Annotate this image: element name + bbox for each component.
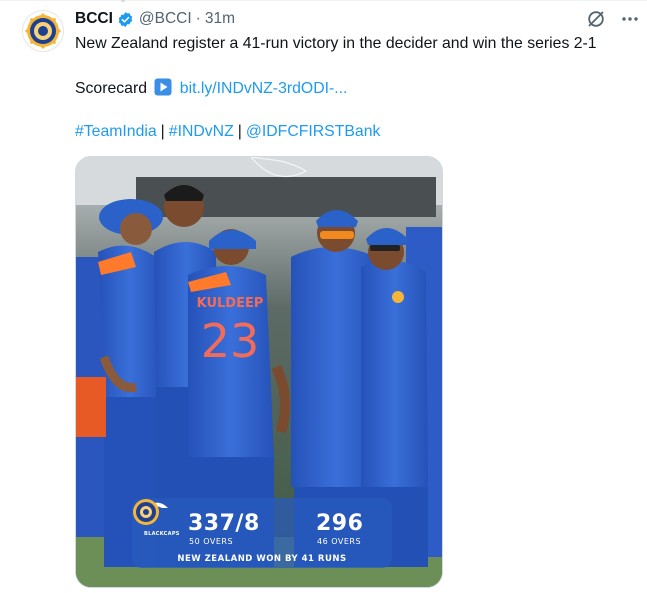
author-name[interactable]: BCCI <box>75 10 113 28</box>
more-icon[interactable] <box>619 8 641 30</box>
bcci-crest-icon <box>133 499 159 525</box>
play-button-icon <box>154 78 172 96</box>
grok-icon[interactable] <box>585 8 607 30</box>
header-separator: · <box>195 10 201 27</box>
scorecard-link[interactable]: bit.ly/INDvNZ-3rdODI-... <box>180 80 348 97</box>
tweet-header: BCCI @BCCI · 31m <box>75 9 235 29</box>
hashtag-teamindia[interactable]: #TeamIndia <box>75 123 157 140</box>
author-handle[interactable]: @BCCI <box>139 10 192 28</box>
scoreboard: BLACKCAPS 337/8 50 OVERS 296 46 OVERS NE… <box>132 498 392 568</box>
header-actions <box>585 8 641 30</box>
hashtag-separator: | <box>160 123 165 140</box>
avatar[interactable] <box>22 10 64 52</box>
team1-label: BLACKCAPS <box>144 531 180 537</box>
bcci-crest-icon <box>25 13 61 49</box>
match-result: NEW ZEALAND WON BY 41 RUNS <box>177 554 347 564</box>
team2-overs: 46 OVERS <box>317 537 362 546</box>
scorecard-line: Scorecard bit.ly/INDvNZ-3rdODI-... <box>75 78 347 99</box>
hashtag-indvnz[interactable]: #INDvNZ <box>169 123 234 140</box>
tweet-media[interactable]: KULDEEP 23 BLACKCAPS 337/8 50 OVERS 296 … <box>75 156 443 588</box>
jersey-name: KULDEEP <box>197 296 264 311</box>
team1-score: 337/8 <box>188 511 260 536</box>
scorecard-label: Scorecard <box>75 80 147 97</box>
team1-overs: 50 OVERS <box>189 537 234 546</box>
mention-idfcfirstbank[interactable]: @IDFCFIRSTBank <box>246 123 381 140</box>
top-divider <box>0 0 647 1</box>
timestamp[interactable]: 31m <box>205 10 235 28</box>
thread-connector <box>121 0 125 2</box>
hashtag-line: #TeamIndia | #INDvNZ | @IDFCFIRSTBank <box>75 122 380 142</box>
team2-score: 296 <box>316 511 364 536</box>
verified-badge-icon <box>118 11 133 27</box>
tweet-text: New Zealand register a 41-run victory in… <box>75 35 597 52</box>
jersey-number: 23 <box>201 314 260 368</box>
hashtag-separator: | <box>237 123 242 140</box>
